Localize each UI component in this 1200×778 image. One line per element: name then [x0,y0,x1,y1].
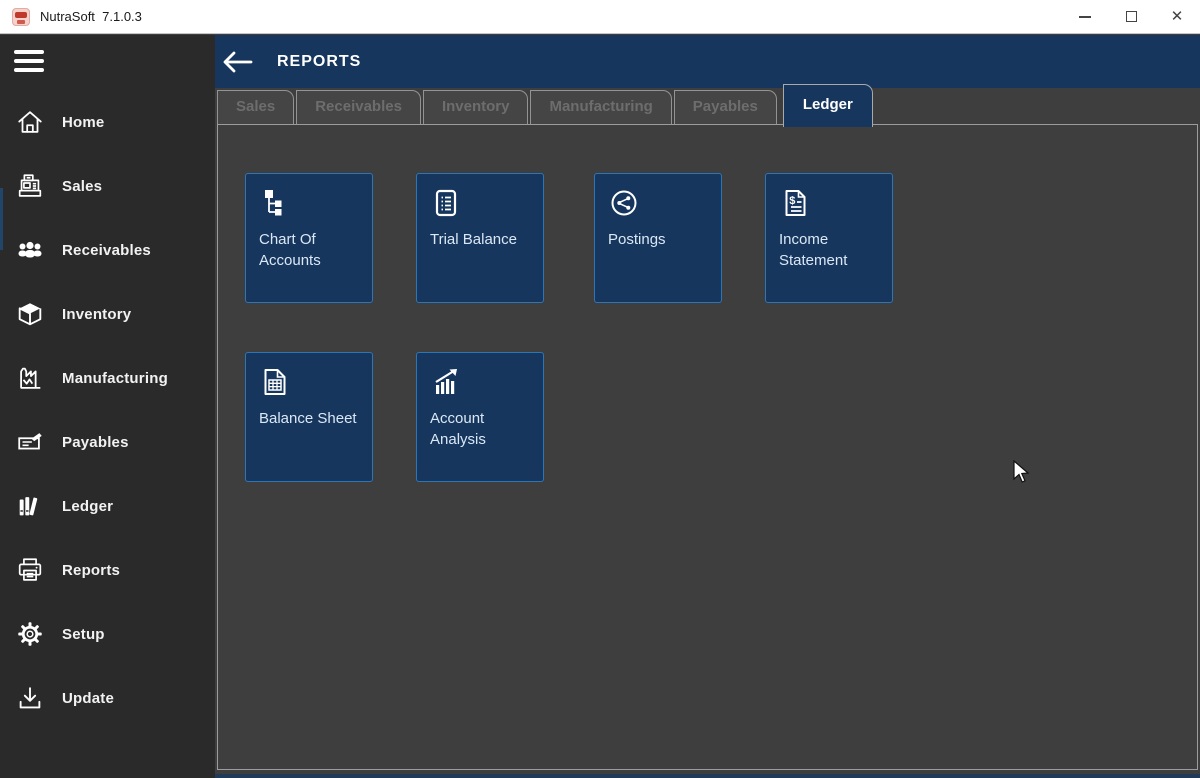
back-arrow-icon [223,51,253,72]
sidebar-item-home[interactable]: Home [0,90,215,154]
tile-label: Account Analysis [430,410,486,448]
factory-icon [13,361,47,395]
page-title: REPORTS [277,52,362,70]
gear-icon [13,617,47,651]
minimize-icon [1079,15,1091,18]
sidebar-item-payables[interactable]: Payables [0,410,215,474]
dollar-document-icon: $ [779,187,813,221]
download-icon [13,681,47,715]
app-shell: Home Sales Receivables Inventory Manufac… [0,35,1200,778]
tile-account-analysis[interactable]: Account Analysis [416,352,544,482]
close-button[interactable]: ✕ [1154,0,1200,33]
tab-sales[interactable]: Sales [217,90,295,124]
sidebar-item-receivables[interactable]: Receivables [0,218,215,282]
sidebar: Home Sales Receivables Inventory Manufac… [0,35,215,778]
sidebar-item-reports[interactable]: Reports [0,538,215,602]
sidebar-item-inventory[interactable]: Inventory [0,282,215,346]
tile-chart-of-accounts[interactable]: Chart Of Accounts [245,173,373,303]
sidebar-item-label: Payables [62,433,129,451]
sidebar-item-label: Home [62,113,105,131]
tab-payables[interactable]: Payables [673,90,777,124]
tile-label: Trial Balance [430,231,517,248]
sidebar-item-label: Manufacturing [62,369,168,387]
tile-label: Balance Sheet [259,410,357,427]
cheque-pen-icon [13,425,47,459]
window-title: NutraSoft 7.1.0.3 [40,9,142,24]
tab-strip: Sales Receivables Inventory Manufacturin… [217,84,875,127]
ledger-tab-panel: Chart Of Accounts Trial Balance Postings… [217,124,1198,770]
list-document-icon [430,187,464,221]
tile-balance-sheet[interactable]: Balance Sheet [245,352,373,482]
sidebar-item-ledger[interactable]: Ledger [0,474,215,538]
tab-inventory[interactable]: Inventory [422,90,529,124]
sidebar-nav: Home Sales Receivables Inventory Manufac… [0,90,215,730]
cube-icon [13,297,47,331]
tab-ledger[interactable]: Ledger [782,84,873,127]
minimize-button[interactable] [1062,0,1108,33]
main-area: REPORTS Sales Receivables Inventory Manu… [215,35,1200,778]
printer-icon [13,553,47,587]
window-bottom-edge [215,774,1200,778]
app-logo-icon [12,7,30,26]
sidebar-item-label: Sales [62,177,103,195]
books-icon [13,489,47,523]
tile-label: Chart Of Accounts [259,231,321,269]
sidebar-item-label: Ledger [62,497,114,515]
tile-postings[interactable]: Postings [594,173,722,303]
sidebar-item-label: Setup [62,625,105,643]
bar-chart-arrow-icon [430,366,464,400]
hierarchy-icon [259,187,293,221]
table-document-icon [259,366,293,400]
sidebar-item-setup[interactable]: Setup [0,602,215,666]
maximize-button[interactable] [1108,0,1154,33]
hamburger-icon [14,50,44,54]
people-icon [13,233,47,267]
reports-header: REPORTS [215,35,1200,88]
close-icon: ✕ [1170,8,1184,25]
hamburger-menu-button[interactable] [14,48,44,74]
sidebar-item-label: Inventory [62,305,132,323]
tab-manufacturing[interactable]: Manufacturing [530,90,672,124]
maximize-icon [1125,11,1137,22]
sidebar-item-manufacturing[interactable]: Manufacturing [0,346,215,410]
sidebar-item-label: Receivables [62,241,151,259]
sidebar-item-update[interactable]: Update [0,666,215,730]
tile-trial-balance[interactable]: Trial Balance [416,173,544,303]
cash-register-icon [13,169,47,203]
sidebar-item-label: Reports [62,561,121,579]
window-controls: ✕ [1062,0,1200,33]
tile-label: Income Statement [779,231,848,269]
back-button[interactable] [215,35,261,88]
tile-income-statement[interactable]: $ Income Statement [765,173,893,303]
share-circle-icon [608,187,642,221]
sidebar-item-sales[interactable]: Sales [0,154,215,218]
home-icon [13,105,47,139]
svg-text:$: $ [789,195,795,207]
sidebar-item-label: Update [62,689,115,707]
tile-label: Postings [608,231,666,248]
title-bar: NutraSoft 7.1.0.3 ✕ [0,0,1200,34]
tab-receivables[interactable]: Receivables [296,90,421,124]
